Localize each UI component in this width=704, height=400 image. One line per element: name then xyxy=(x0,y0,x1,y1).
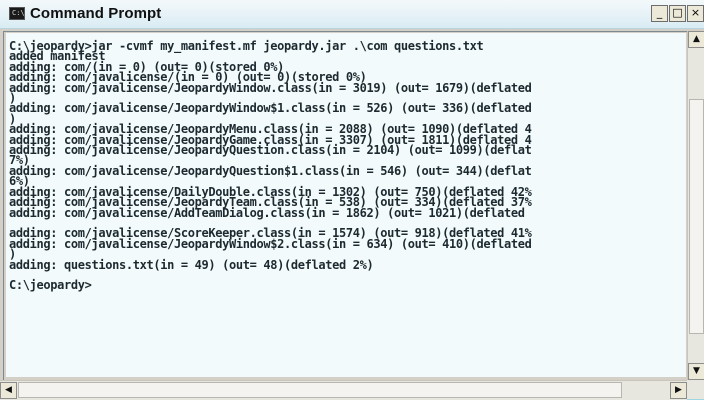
vertical-scroll-thumb[interactable] xyxy=(689,99,704,334)
console-line: adding: com/javalicense/JeopardyQuestion… xyxy=(9,163,532,178)
horizontal-scroll-thumb[interactable] xyxy=(18,382,622,398)
horizontal-scrollbar[interactable]: ◀ ▶ xyxy=(0,380,687,400)
console-line: adding: com/javalicense/JeopardyWindow$2… xyxy=(9,236,532,251)
console-line: C:\jeopardy> xyxy=(9,278,92,293)
window-controls: _ □ × xyxy=(650,5,704,23)
console-line: adding: com/javalicense/JeopardyWindow$1… xyxy=(9,101,532,116)
vertical-scrollbar[interactable]: ▲ ▼ xyxy=(687,31,704,380)
console-line: adding: com/javalicense/AddTeamDialog.cl… xyxy=(9,205,525,220)
close-button[interactable]: × xyxy=(687,5,704,22)
console-output[interactable]: C:\jeopardy>jar -cvmf my_manifest.mf jeo… xyxy=(6,33,686,377)
console-text: C:\jeopardy>jar -cvmf my_manifest.mf jeo… xyxy=(6,33,686,291)
minimize-button[interactable]: _ xyxy=(651,5,668,22)
maximize-button[interactable]: □ xyxy=(669,5,686,22)
window-title: Command Prompt xyxy=(30,5,162,22)
scroll-right-button[interactable]: ▶ xyxy=(670,382,687,399)
scroll-left-button[interactable]: ◀ xyxy=(0,382,17,399)
console-line: adding: com/javalicense/JeopardyQuestion… xyxy=(9,143,532,158)
console-line: adding: questions.txt(in = 49) (out= 48)… xyxy=(9,257,374,272)
title-bar[interactable]: C:\ Command Prompt _ □ × xyxy=(0,0,704,29)
scroll-down-button[interactable]: ▼ xyxy=(688,363,704,380)
command-prompt-window: C:\ Command Prompt _ □ × C:\jeopardy>jar… xyxy=(0,0,704,400)
resize-grip[interactable] xyxy=(687,380,704,399)
console-line: adding: com/javalicense/JeopardyWindow.c… xyxy=(9,80,532,95)
console-app-icon[interactable]: C:\ xyxy=(9,7,25,20)
scroll-up-button[interactable]: ▲ xyxy=(688,31,704,48)
